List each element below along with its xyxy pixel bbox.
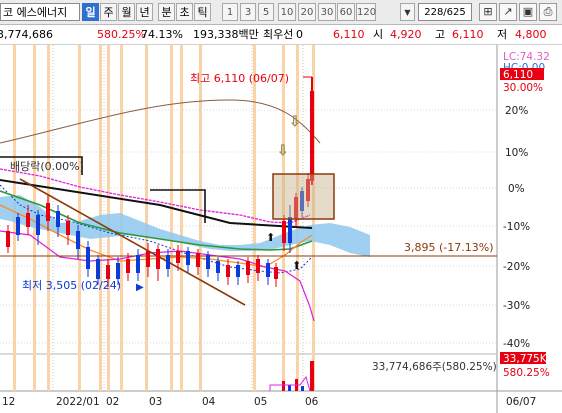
period-daily-button[interactable]: 일 (82, 3, 99, 21)
svg-text:⬆: ⬆ (266, 231, 275, 244)
plot-background (0, 45, 497, 391)
tick-label: -40% (503, 338, 530, 350)
period-monthly-button[interactable]: 월 (118, 3, 135, 21)
interval-1-button[interactable]: 1 (222, 3, 238, 21)
open-price: 4,920 (390, 28, 422, 41)
tools-icon[interactable]: ⊞ (479, 3, 497, 21)
x-axis-labels: 12 2022/01 02 03 04 05 06 06/07 (2, 396, 536, 408)
x-tick-label: 06/07 (506, 396, 536, 408)
x-tick-label: 02 (106, 396, 119, 408)
tick-label: -10% (503, 221, 530, 233)
x-tick-label: 04 (202, 396, 216, 408)
x-tick-label: 06 (305, 396, 319, 408)
x-tick-label: 03 (149, 396, 162, 408)
high-price: 6,110 (452, 28, 484, 41)
open-label: 시 (373, 28, 384, 41)
tick-label: -30% (503, 300, 530, 312)
interval-10-button[interactable]: 10 (278, 3, 296, 21)
volume-readout: 33,774,686주(580.25%) (372, 361, 497, 373)
x-tick-label: 2022/01 (56, 396, 100, 408)
priority-label: 최우선 (263, 28, 294, 41)
priority-value: 0 (296, 28, 303, 41)
low-label: 저 (497, 28, 508, 41)
volume-value: 3,774,686 (0, 28, 53, 41)
period-second-button[interactable]: 초 (176, 3, 193, 21)
interval-20-button[interactable]: 20 (298, 3, 316, 21)
svg-text:▶: ▶ (136, 282, 144, 293)
svg-text:⬆: ⬆ (292, 259, 301, 272)
last-pct-label: 30.00% (503, 82, 543, 94)
print-icon[interactable]: ⎙ (539, 3, 557, 21)
x-tick-label: 05 (254, 396, 267, 408)
trade-amount: 193,338백만 (193, 28, 259, 41)
volume-box-label: 33,775K (503, 353, 548, 365)
interval-3-button[interactable]: 3 (240, 3, 256, 21)
interval-30-button[interactable]: 30 (318, 3, 336, 21)
interval-120-button[interactable]: 120 (356, 3, 376, 21)
x-tick-label: 12 (2, 396, 15, 408)
interval-dropdown[interactable]: ▼ (400, 3, 415, 21)
data-count-display: 228/625 (418, 3, 472, 21)
period-yearly-button[interactable]: 년 (136, 3, 153, 21)
period-weekly-button[interactable]: 주 (100, 3, 117, 21)
last-price-label: 6,110 (503, 69, 533, 81)
interval-60-button[interactable]: 60 (337, 3, 355, 21)
svg-text:⇩: ⇩ (277, 143, 289, 159)
save-icon[interactable]: ▣ (519, 3, 537, 21)
tick-label: 10% (505, 147, 528, 159)
period-tick-button[interactable]: 틱 (194, 3, 211, 21)
low-price: 4,800 (515, 28, 547, 41)
tick-label: -20% (503, 261, 530, 273)
low-annotation: 최저 3,505 (02/24) (22, 279, 121, 292)
high-label: 고 (435, 28, 446, 41)
price-chart[interactable]: ⇩ ⇩ ⬆ ⬆ ▶ 최고 6,110 (06/07) 최저 3,505 (02/… (0, 45, 562, 413)
svg-text:⇩: ⇩ (289, 114, 301, 130)
quote-bar: 3,774,686 580.25% 74.13% 193,338백만 최우선 0… (0, 26, 562, 45)
period-minute-button[interactable]: 분 (158, 3, 175, 21)
turnover-pct: 74.13% (141, 28, 183, 41)
chart-toolbar: 코 에스에너지 일 주 월 년 분 초 틱 1 3 5 10 20 30 60 … (0, 0, 562, 25)
trendline-icon[interactable]: ↗ (499, 3, 517, 21)
current-price: 6,110 (333, 28, 365, 41)
reference-price-label: 3,895 (-17.13%) (404, 241, 493, 254)
breakout-highlight-box (272, 173, 335, 220)
tick-label: 20% (505, 105, 528, 117)
dividend-annotation: 배당락(0.00%) (10, 160, 84, 173)
volume-pct-label: 580.25% (503, 367, 550, 379)
interval-5-button[interactable]: 5 (258, 3, 274, 21)
volume-change-pct: 580.25% (97, 28, 146, 41)
tick-label: 0% (508, 183, 525, 195)
stock-selector[interactable]: 코 에스에너지 (0, 3, 80, 21)
high-annotation: 최고 6,110 (06/07) (190, 72, 289, 85)
